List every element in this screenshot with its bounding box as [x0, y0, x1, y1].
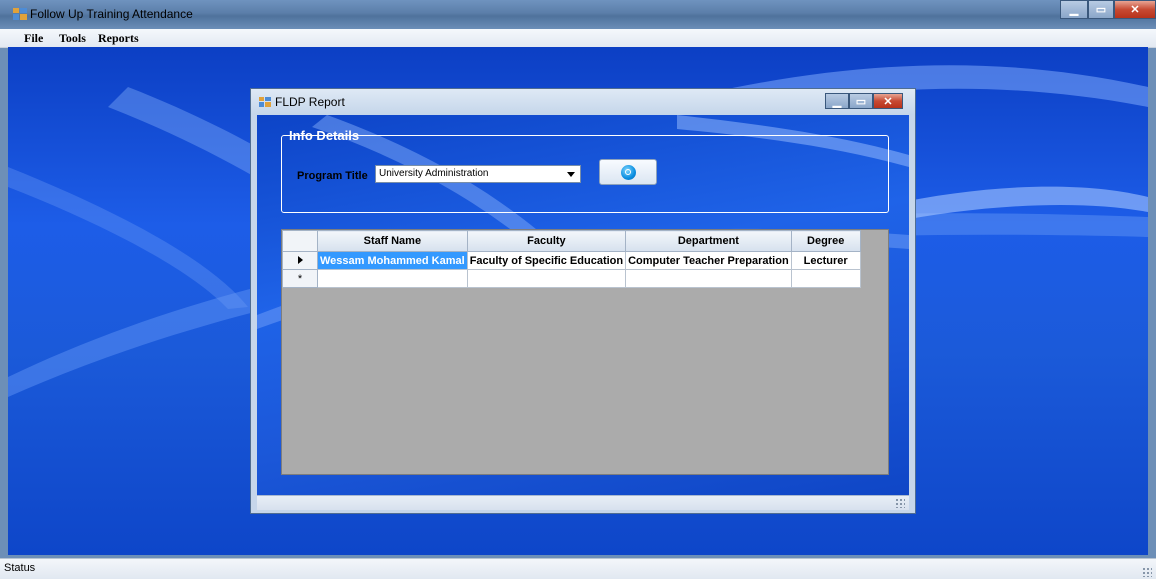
close-icon: ✕ [883, 95, 893, 108]
column-header-faculty[interactable]: Faculty [466, 230, 627, 252]
main-size-grip-icon[interactable] [1142, 567, 1152, 577]
new-cell-degree[interactable] [790, 269, 861, 288]
menu-reports[interactable]: Reports [98, 31, 139, 46]
grid-corner-cell[interactable] [282, 230, 318, 252]
child-window-title: FLDP Report [275, 95, 345, 109]
program-title-value: University Administration [379, 168, 489, 179]
cell-staff-name[interactable]: Wessam Mohammed Kamal [317, 251, 468, 270]
maximize-icon: ▭ [1095, 4, 1107, 16]
maximize-button[interactable]: ▭ [1088, 0, 1114, 19]
program-title-dropdown[interactable]: University Administration [375, 165, 581, 183]
menu-bar: File Tools Reports [0, 29, 1156, 48]
child-status-strip [257, 495, 909, 510]
row-header-cell[interactable] [282, 251, 318, 270]
child-client-area: Info Details Program Title University Ad… [257, 115, 909, 495]
child-window-controls: ▁ ▭ ✕ [825, 93, 903, 109]
new-cell-staff-name[interactable] [317, 269, 468, 288]
size-grip-icon[interactable] [895, 498, 905, 508]
new-cell-faculty[interactable] [466, 269, 627, 288]
status-text: Status [4, 562, 36, 574]
dropdown-arrow-icon[interactable] [567, 172, 575, 177]
app-icon [13, 8, 27, 20]
fldp-report-window: FLDP Report ▁ ▭ ✕ Info Details Program T… [250, 88, 916, 514]
cell-faculty[interactable]: Faculty of Specific Education [466, 251, 627, 270]
report-grid[interactable]: Staff Name Faculty Department Degree Wes… [281, 229, 889, 475]
minimize-button[interactable]: ▁ [1060, 0, 1088, 19]
main-titlebar: Follow Up Training Attendance ▁ ▭ ✕ [0, 0, 1156, 30]
child-close-button[interactable]: ✕ [873, 93, 903, 109]
menu-tools[interactable]: Tools [59, 31, 86, 46]
column-header-department[interactable]: Department [625, 230, 792, 252]
close-button[interactable]: ✕ [1114, 0, 1156, 19]
search-icon [621, 165, 636, 180]
new-row-marker: * [282, 269, 318, 288]
table-header-row: Staff Name Faculty Department Degree [282, 230, 861, 252]
search-button[interactable] [599, 159, 657, 185]
column-header-staff-name[interactable]: Staff Name [317, 230, 468, 252]
program-title-label: Program Title [297, 170, 368, 182]
column-header-degree[interactable]: Degree [790, 230, 861, 252]
row-pointer-icon [297, 255, 303, 264]
cell-department[interactable]: Computer Teacher Preparation [625, 251, 792, 270]
main-window-title: Follow Up Training Attendance [30, 7, 193, 21]
new-row[interactable]: * [282, 269, 861, 288]
group-title: Info Details [289, 128, 360, 143]
status-bar: Status [0, 558, 1156, 579]
child-minimize-button[interactable]: ▁ [825, 93, 849, 109]
cell-degree[interactable]: Lecturer [790, 251, 861, 270]
menu-file[interactable]: File [24, 31, 43, 46]
child-maximize-button[interactable]: ▭ [849, 93, 873, 109]
maximize-icon: ▭ [855, 95, 867, 108]
new-cell-department[interactable] [625, 269, 792, 288]
table-row[interactable]: Wessam Mohammed Kamal Faculty of Specifi… [282, 251, 861, 270]
minimize-icon: ▁ [832, 95, 842, 108]
report-table: Staff Name Faculty Department Degree Wes… [282, 230, 861, 288]
minimize-icon: ▁ [1069, 4, 1079, 16]
main-window-controls: ▁ ▭ ✕ [1060, 0, 1156, 19]
child-titlebar: FLDP Report ▁ ▭ ✕ [251, 89, 915, 115]
info-details-group [281, 135, 889, 213]
child-app-icon [259, 97, 271, 107]
close-icon: ✕ [1130, 4, 1140, 16]
